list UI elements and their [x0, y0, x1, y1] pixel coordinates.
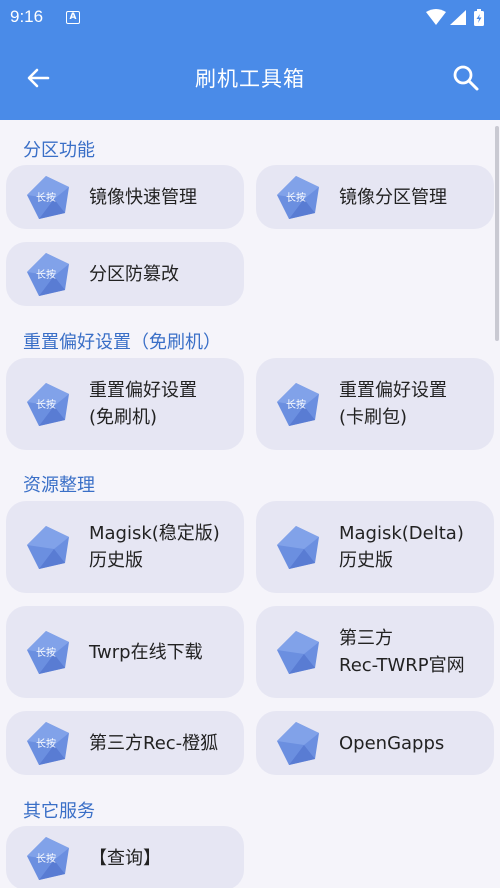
- tool-card[interactable]: Magisk(Delta) 历史版: [256, 501, 494, 593]
- pentagon-tool-icon: [277, 631, 319, 674]
- tool-card-label: 【查询】: [89, 845, 234, 872]
- tool-card-title: 【查询】: [89, 847, 161, 869]
- tool-card-label: 第三方Rec-橙狐: [89, 730, 234, 757]
- tool-card-title: Twrp在线下载: [89, 641, 203, 663]
- tool-card-title: OpenGapps: [339, 732, 445, 754]
- tool-card-title: 第三方Rec-橙狐: [89, 732, 219, 754]
- tool-card-label: 镜像分区管理: [339, 184, 484, 211]
- tool-card-title: 镜像快速管理: [89, 186, 197, 208]
- pentagon-tool-icon: 长按: [27, 253, 69, 296]
- pentagon-tool-icon: 长按: [27, 722, 69, 765]
- tool-card[interactable]: 长按 重置偏好设置 (免刷机): [6, 358, 244, 450]
- pentagon-tool-icon: 长按: [277, 383, 319, 426]
- notification-icon: A: [66, 11, 80, 24]
- pentagon-tool-icon: 长按: [27, 383, 69, 426]
- tool-card-subtitle: Rec-TWRP官网: [339, 655, 465, 676]
- tool-card[interactable]: 长按 镜像分区管理: [256, 165, 494, 229]
- tool-card[interactable]: 长按 重置偏好设置 (卡刷包): [256, 358, 494, 450]
- tool-card[interactable]: OpenGapps: [256, 711, 494, 775]
- long-press-badge: 长按: [36, 191, 56, 204]
- tool-card[interactable]: 长按 镜像快速管理: [6, 165, 244, 229]
- tool-card[interactable]: 长按 Twrp在线下载: [6, 606, 244, 698]
- status-bar: 9:16 A: [0, 0, 500, 36]
- long-press-badge: 长按: [36, 398, 56, 411]
- status-icons: [426, 9, 484, 26]
- tool-card[interactable]: 长按 【查询】: [6, 826, 244, 888]
- tool-card-label: 重置偏好设置 (免刷机): [89, 377, 234, 431]
- tool-card-title: 重置偏好设置: [89, 380, 197, 401]
- tool-card-subtitle: (免刷机): [89, 407, 158, 428]
- pentagon-tool-icon: [27, 526, 69, 569]
- search-icon[interactable]: [450, 62, 482, 94]
- long-press-badge: 长按: [36, 852, 56, 865]
- section-title: 其它服务: [23, 801, 95, 822]
- long-press-badge: 长按: [36, 646, 56, 659]
- tool-card-title: Magisk(稳定版): [89, 523, 220, 544]
- pentagon-tool-icon: [277, 722, 319, 765]
- long-press-badge: 长按: [286, 191, 306, 204]
- tool-card-subtitle: (卡刷包): [339, 407, 408, 428]
- signal-icon: [450, 10, 466, 25]
- section-title: 资源整理: [23, 475, 95, 496]
- tool-card-label: 镜像快速管理: [89, 184, 234, 211]
- tool-card[interactable]: Magisk(稳定版) 历史版: [6, 501, 244, 593]
- tool-card-label: OpenGapps: [339, 730, 484, 757]
- pentagon-tool-icon: 长按: [27, 176, 69, 219]
- page-title: 刷机工具箱: [195, 67, 305, 91]
- tool-card[interactable]: 长按 第三方Rec-橙狐: [6, 711, 244, 775]
- scrollbar[interactable]: [495, 126, 499, 341]
- tool-card[interactable]: 第三方 Rec-TWRP官网: [256, 606, 494, 698]
- pentagon-tool-icon: 长按: [27, 837, 69, 880]
- tool-card-label: 重置偏好设置 (卡刷包): [339, 377, 484, 431]
- app-bar: 刷机工具箱: [0, 36, 500, 120]
- tool-card[interactable]: 长按 分区防篡改: [6, 242, 244, 306]
- tool-card-label: 第三方 Rec-TWRP官网: [339, 625, 484, 679]
- tool-card-label: Magisk(Delta) 历史版: [339, 520, 484, 574]
- tool-card-subtitle: 历史版: [339, 550, 393, 571]
- pentagon-tool-icon: [277, 526, 319, 569]
- status-time: 9:16: [10, 7, 44, 26]
- long-press-badge: 长按: [36, 737, 56, 750]
- pentagon-tool-icon: 长按: [27, 631, 69, 674]
- tool-card-title: 分区防篡改: [89, 263, 179, 285]
- tool-card-label: Twrp在线下载: [89, 639, 234, 666]
- tool-card-title: 第三方: [339, 628, 393, 649]
- tool-card-subtitle: 历史版: [89, 550, 143, 571]
- tool-card-title: 镜像分区管理: [339, 186, 447, 208]
- tool-card-label: Magisk(稳定版) 历史版: [89, 520, 234, 574]
- tool-card-title: Magisk(Delta): [339, 523, 464, 544]
- long-press-badge: 长按: [286, 398, 306, 411]
- wifi-icon: [426, 9, 446, 25]
- section-title: 分区功能: [23, 140, 95, 161]
- long-press-badge: 长按: [36, 268, 56, 281]
- tool-card-label: 分区防篡改: [89, 261, 234, 288]
- tool-card-title: 重置偏好设置: [339, 380, 447, 401]
- tool-list[interactable]: 分区功能 重置偏好设置（免刷机） 资源整理 其它服务 长按 镜像快速管理 长按 镜像分…: [0, 120, 500, 888]
- section-title: 重置偏好设置（免刷机）: [23, 332, 221, 353]
- pentagon-tool-icon: 长按: [277, 176, 319, 219]
